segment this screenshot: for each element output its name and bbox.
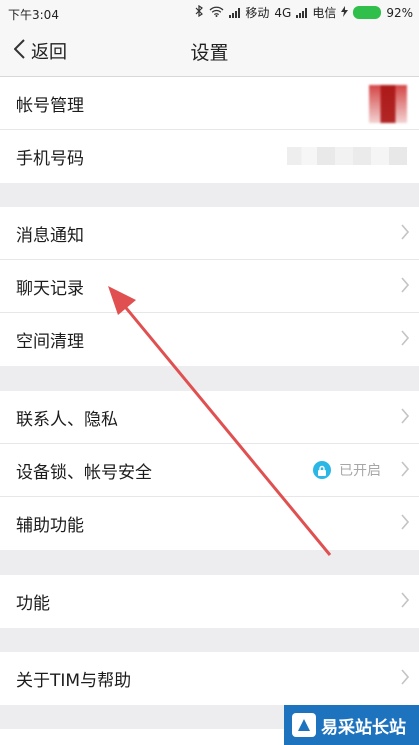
watermark-text: 易采站长站: [321, 717, 406, 738]
annotation-arrow: [108, 286, 332, 556]
watermark: 易采站长站: [284, 705, 419, 745]
watermark-logo-icon: [292, 713, 316, 737]
